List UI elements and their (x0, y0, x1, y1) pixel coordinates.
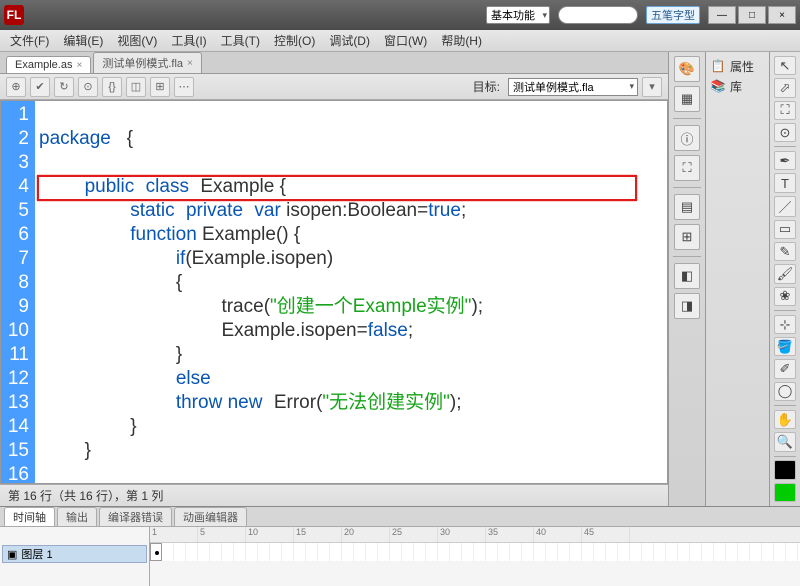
eyedropper-tool-icon[interactable]: ✐ (774, 359, 796, 378)
menu-view[interactable]: 视图(V) (111, 30, 163, 51)
content-area: Example.as × 测试单例模式.fla × ⊕ ✔ ↻ ⊙ {} ◫ ⊞… (0, 52, 800, 506)
properties-tab[interactable]: 📋属性 (710, 56, 765, 76)
cursor-position: 第 16 行（共 16 行），第 1 列 (8, 487, 163, 504)
editor-status-bar: 第 16 行（共 16 行），第 1 列 (0, 484, 668, 506)
menubar: 文件(F) 编辑(E) 视图(V) 工具(I) 工具(T) 控制(O) 调试(D… (0, 30, 800, 52)
target-value: 测试单例模式.fla (513, 79, 594, 95)
components-icon[interactable]: ◧ (674, 263, 700, 289)
toolbar-button[interactable]: {} (102, 77, 122, 97)
workspace-label: 基本功能 (491, 7, 535, 23)
zoom-tool-icon[interactable]: 🔍 (774, 432, 796, 451)
pencil-tool-icon[interactable]: ✎ (774, 242, 796, 261)
rectangle-tool-icon[interactable]: ▭ (774, 220, 796, 239)
stroke-color-swatch[interactable] (774, 460, 796, 479)
menu-insert[interactable]: 工具(I) (165, 30, 212, 51)
panel-dock: 🎨 ▦ ⓘ ⛶ ▤ ⊞ ◧ ◨ (668, 52, 706, 506)
close-icon[interactable]: × (187, 58, 193, 69)
menu-window[interactable]: 窗口(W) (378, 30, 433, 51)
menu-control[interactable]: 控制(O) (268, 30, 321, 51)
properties-panel: 📋属性 📚库 (706, 52, 770, 506)
tab-compiler-errors[interactable]: 编译器错误 (99, 507, 172, 526)
close-icon[interactable]: × (76, 60, 82, 71)
deco-tool-icon[interactable]: ❀ (774, 287, 796, 306)
close-button[interactable]: × (768, 6, 796, 24)
line-tool-icon[interactable]: ／ (774, 196, 796, 217)
layers-list: ▣ 图层 1 (0, 527, 150, 586)
app-logo: FL (4, 5, 24, 25)
doc-tab-example[interactable]: Example.as × (6, 56, 91, 73)
menu-debug[interactable]: 调试(D) (323, 30, 376, 51)
toolbar-button[interactable]: ▾ (642, 77, 662, 97)
timeline-panel: 时间轴 输出 编译器错误 动画编辑器 ▣ 图层 1 15101520253035… (0, 506, 800, 586)
menu-edit[interactable]: 编辑(E) (57, 30, 109, 51)
info-icon[interactable]: ⓘ (674, 125, 700, 151)
code-editor[interactable]: 12345678910111213141516 package { public… (0, 100, 668, 484)
properties-icon: 📋 (710, 58, 726, 74)
timeline-frames[interactable]: 151015202530354045 (150, 527, 800, 586)
properties-label: 属性 (730, 58, 754, 75)
minimize-button[interactable]: — (708, 6, 736, 24)
ime-label: 五笔字型 (651, 7, 695, 23)
maximize-button[interactable]: □ (738, 6, 766, 24)
brush-tool-icon[interactable]: 🖌 (774, 264, 796, 283)
lasso-tool-icon[interactable]: ⊙ (774, 123, 796, 142)
tab-timeline[interactable]: 时间轴 (4, 507, 55, 526)
frame-track[interactable] (150, 543, 800, 561)
doc-tab-test[interactable]: 测试单例模式.fla × (93, 52, 202, 73)
workspace-dropdown[interactable]: 基本功能 (486, 6, 550, 24)
palette-icon[interactable]: 🎨 (674, 56, 700, 82)
document-tabs: Example.as × 测试单例模式.fla × (0, 52, 668, 74)
library-tab[interactable]: 📚库 (710, 76, 765, 96)
eraser-tool-icon[interactable]: ◯ (774, 382, 796, 401)
editor-toolbar: ⊕ ✔ ↻ ⊙ {} ◫ ⊞ ⋯ 目标: 测试单例模式.fla ▾ (0, 74, 668, 100)
library-label: 库 (730, 78, 742, 95)
bone-tool-icon[interactable]: ⊹ (774, 315, 796, 334)
library-icon: 📚 (710, 78, 726, 94)
toolbar-button[interactable]: ⊞ (150, 77, 170, 97)
toolbar-button[interactable]: ◫ (126, 77, 146, 97)
paint-bucket-tool-icon[interactable]: 🪣 (774, 337, 796, 356)
menu-help[interactable]: 帮助(H) (435, 30, 488, 51)
doc-tab-label: 测试单例模式.fla (102, 55, 183, 71)
layer-row[interactable]: ▣ 图层 1 (2, 545, 147, 563)
tools-panel: ↖ ⬀ ⛶ ⊙ ✒ T ／ ▭ ✎ 🖌 ❀ ⊹ 🪣 ✐ ◯ ✋ 🔍 (770, 52, 800, 506)
target-dropdown[interactable]: 测试单例模式.fla (508, 78, 638, 96)
timeline-ruler: 151015202530354045 (150, 527, 800, 543)
align-icon[interactable]: ⊞ (674, 224, 700, 250)
toolbar-button[interactable]: ⋯ (174, 77, 194, 97)
selection-tool-icon[interactable]: ↖ (774, 56, 796, 75)
keyframe[interactable] (150, 543, 162, 561)
text-tool-icon[interactable]: T (774, 173, 796, 192)
tab-motion-editor[interactable]: 动画编辑器 (174, 507, 247, 526)
menu-file[interactable]: 文件(F) (4, 30, 55, 51)
search-field[interactable] (558, 6, 638, 24)
titlebar: FL 基本功能 五笔字型 — □ × (0, 0, 800, 30)
line-gutter: 12345678910111213141516 (1, 101, 35, 483)
code-area[interactable]: package { public class Example { static … (35, 101, 667, 483)
timeline-tabs: 时间轴 输出 编译器错误 动画编辑器 (0, 507, 800, 527)
pen-tool-icon[interactable]: ✒ (774, 151, 796, 170)
layer-name: 图层 1 (21, 546, 52, 562)
swatches-icon[interactable]: ▦ (674, 86, 700, 112)
toolbar-button[interactable]: ↻ (54, 77, 74, 97)
actions-icon[interactable]: ◨ (674, 293, 700, 319)
library-icon[interactable]: ▤ (674, 194, 700, 220)
toolbar-button[interactable]: ⊕ (6, 77, 26, 97)
hand-tool-icon[interactable]: ✋ (774, 410, 796, 429)
transform-icon[interactable]: ⛶ (674, 155, 700, 181)
toolbar-button[interactable]: ✔ (30, 77, 50, 97)
fill-color-swatch[interactable] (774, 483, 796, 502)
editor-column: Example.as × 测试单例模式.fla × ⊕ ✔ ↻ ⊙ {} ◫ ⊞… (0, 52, 668, 506)
doc-tab-label: Example.as (15, 59, 72, 71)
tab-output[interactable]: 输出 (57, 507, 97, 526)
target-label: 目标: (473, 78, 500, 95)
layer-icon: ▣ (7, 548, 17, 561)
subselection-tool-icon[interactable]: ⬀ (774, 78, 796, 97)
ime-indicator[interactable]: 五笔字型 (646, 6, 700, 24)
toolbar-button[interactable]: ⊙ (78, 77, 98, 97)
free-transform-tool-icon[interactable]: ⛶ (774, 101, 796, 120)
menu-tools[interactable]: 工具(T) (215, 30, 266, 51)
